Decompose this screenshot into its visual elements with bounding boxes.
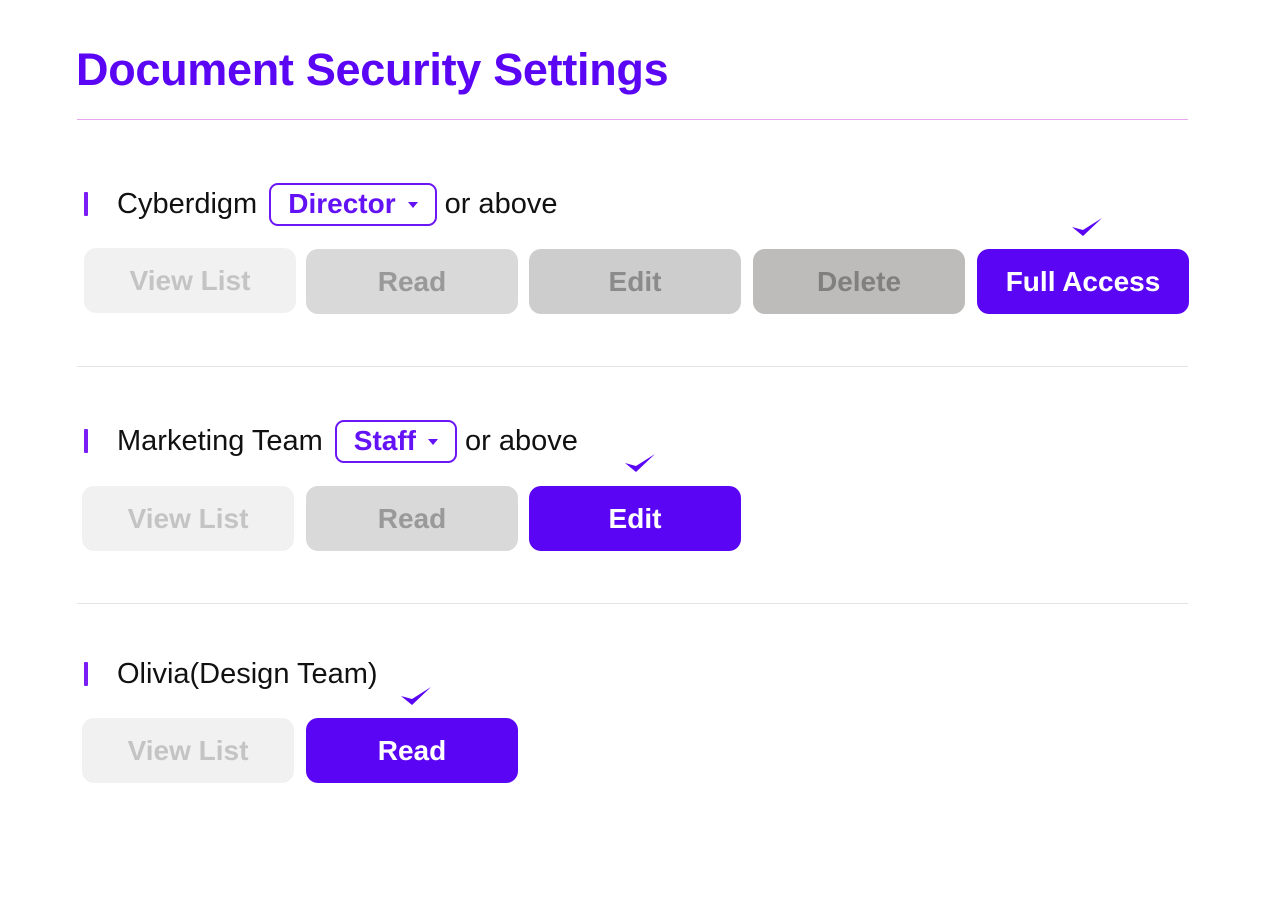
role-dropdown[interactable]: Staff (334, 419, 458, 463)
permission-read-button[interactable]: Read (306, 249, 518, 314)
permission-read-button[interactable]: Read (306, 486, 518, 551)
role-suffix: or above (444, 187, 558, 220)
title-divider (77, 119, 1188, 120)
caret-down-icon (428, 439, 439, 445)
group-name: Cyberdigm (117, 187, 258, 220)
permission-edit-button[interactable]: Edit (529, 249, 741, 314)
section-accent-bar (84, 429, 88, 453)
role-dropdown-value: Staff (353, 425, 417, 456)
group-header-olivia: Olivia(Design Team) (84, 652, 378, 696)
checkmark-icon (1072, 218, 1102, 236)
checkmark-icon (625, 454, 655, 472)
permission-edit-button[interactable]: Edit (529, 486, 741, 551)
permission-read-button[interactable]: Read (306, 718, 518, 783)
group-name: Olivia(Design Team) (117, 657, 378, 690)
permission-view-list-button[interactable]: View List (82, 486, 294, 551)
page-title: Document Security Settings (76, 44, 669, 95)
section-accent-bar (84, 662, 88, 686)
permission-view-list-button[interactable]: View List (84, 248, 296, 313)
group-header-cyberdigm: Cyberdigm Director or above (84, 182, 557, 226)
caret-down-icon (407, 202, 418, 208)
permission-view-list-button[interactable]: View List (82, 718, 294, 783)
checkmark-icon (401, 687, 431, 705)
permission-delete-button[interactable]: Delete (753, 249, 965, 314)
section-divider (77, 366, 1188, 367)
role-dropdown-value: Director (288, 188, 396, 219)
section-accent-bar (84, 192, 88, 216)
permission-full-access-button[interactable]: Full Access (977, 249, 1189, 314)
section-divider (77, 603, 1188, 604)
group-name: Marketing Team (117, 424, 323, 457)
role-dropdown[interactable]: Director (269, 182, 437, 226)
group-header-marketing-team: Marketing Team Staff or above (84, 419, 578, 463)
role-suffix: or above (465, 424, 578, 457)
